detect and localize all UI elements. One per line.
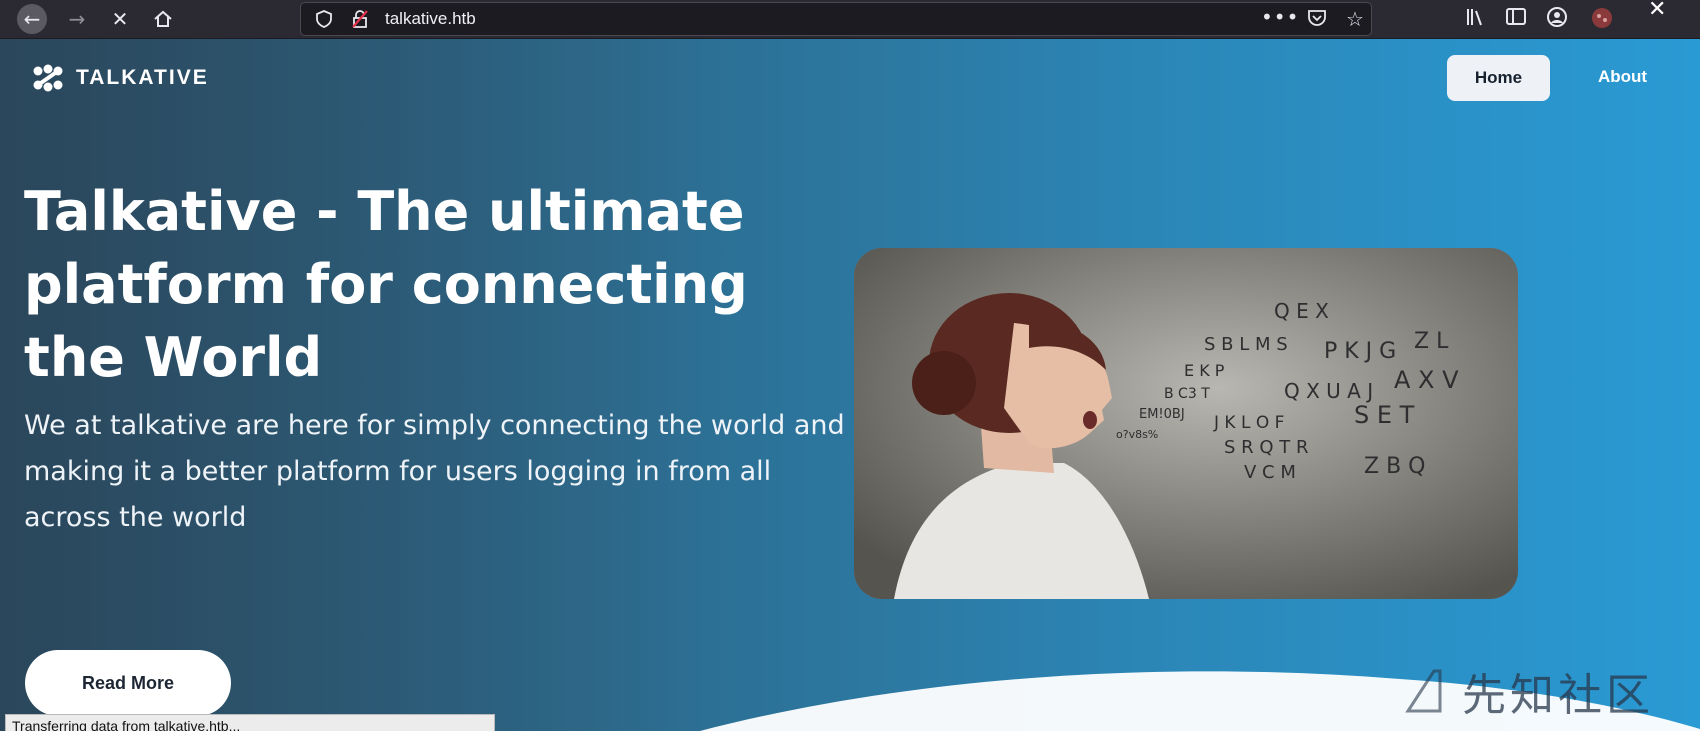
watermark-text: 先知社区: [1462, 670, 1654, 721]
watermark-logo-icon: [1405, 669, 1442, 713]
browser-toolbar: ← → ✕ talkative.htb ••• ☆ ✕: [0, 0, 1700, 39]
forward-icon: →: [68, 7, 86, 31]
home-button[interactable]: [148, 4, 178, 34]
account-icon[interactable]: [1546, 6, 1568, 28]
status-bar: Transferring data from talkative.htb...: [5, 714, 495, 731]
webpage: TALKATIVE Home About Talkative - The ult…: [0, 39, 1700, 731]
watermark: 先知社区: [1398, 659, 1654, 723]
star-icon[interactable]: ☆: [1346, 7, 1364, 31]
sidebar-icon[interactable]: [1505, 6, 1527, 28]
back-icon: ←: [23, 7, 41, 31]
extension-icon[interactable]: [1590, 6, 1614, 30]
stop-button[interactable]: ✕: [105, 4, 135, 34]
forward-button[interactable]: →: [62, 4, 92, 34]
insecure-lock-icon[interactable]: [351, 10, 369, 28]
more-icon[interactable]: •••: [1261, 5, 1299, 29]
shield-icon[interactable]: [315, 9, 333, 29]
url-bar[interactable]: talkative.htb ••• ☆: [300, 2, 1372, 36]
bottom-wave: [700, 671, 1700, 731]
home-icon: [154, 10, 172, 27]
url-text[interactable]: talkative.htb: [385, 9, 476, 29]
back-button[interactable]: ←: [17, 4, 47, 34]
stop-icon: ✕: [111, 7, 129, 31]
pocket-icon[interactable]: [1307, 9, 1327, 27]
library-icon[interactable]: [1465, 6, 1487, 28]
close-icon[interactable]: ✕: [1648, 0, 1666, 22]
